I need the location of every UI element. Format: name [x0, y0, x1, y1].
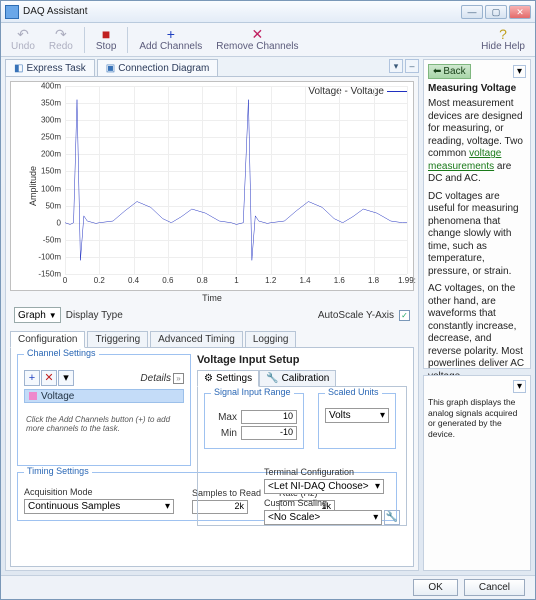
tab-dropdown[interactable]: ▾: [389, 59, 403, 73]
remove-channels-button[interactable]: ✕Remove Channels: [210, 25, 304, 54]
display-type-select[interactable]: Graph▼: [14, 307, 61, 323]
add-channels-button[interactable]: +Add Channels: [133, 25, 208, 54]
undo-icon: ↶: [17, 27, 29, 41]
channel-row-voltage[interactable]: Voltage: [24, 389, 184, 403]
help-dropdown[interactable]: ▾: [513, 65, 526, 78]
stop-icon: ■: [102, 27, 110, 41]
help-panel-top: ⬅Back ▾ Measuring Voltage Most measureme…: [423, 59, 531, 369]
settings-icon: ⚙: [204, 373, 213, 384]
help-panel-bottom: ▾ This graph displays the analog signals…: [423, 375, 531, 571]
help-icon: ?: [499, 27, 507, 41]
chevron-down-icon: ▾: [375, 481, 380, 492]
help-back-button[interactable]: ⬅Back: [428, 64, 471, 79]
autoscale-label: AutoScale Y-Axis: [318, 310, 394, 321]
stop-button[interactable]: ■Stop: [90, 25, 123, 54]
maximize-button[interactable]: ▢: [485, 5, 507, 19]
tab-triggering[interactable]: Triggering: [87, 331, 148, 348]
chart: Voltage - Voltage Amplitude -150m-100m-5…: [10, 81, 414, 291]
channel-menu-button[interactable]: ▾: [58, 370, 74, 386]
help-title: Measuring Voltage: [428, 83, 526, 94]
window-title: DAQ Assistant: [23, 6, 461, 17]
express-icon: ◧: [14, 63, 23, 74]
chevron-down-icon: ▾: [380, 410, 385, 421]
app-icon: [5, 5, 19, 19]
chevron-down-icon: ▼: [49, 311, 57, 320]
undo-button[interactable]: ↶Undo: [5, 25, 41, 54]
footer: OK Cancel: [1, 575, 535, 599]
x-icon: ✕: [251, 27, 263, 41]
chevron-down-icon: ▾: [373, 512, 378, 523]
tab-minimize[interactable]: –: [405, 59, 419, 73]
ok-button[interactable]: OK: [413, 579, 457, 596]
toolbar: ↶Undo ↷Redo ■Stop +Add Channels ✕Remove …: [1, 23, 535, 57]
details-expand-button[interactable]: »: [173, 373, 184, 384]
plus-icon: +: [167, 27, 175, 41]
terminal-select[interactable]: <Let NI-DAQ Choose>▾: [264, 479, 384, 494]
min-input[interactable]: -10: [241, 426, 297, 440]
setup-title: Voltage Input Setup: [197, 354, 407, 366]
cancel-button[interactable]: Cancel: [464, 579, 525, 596]
hide-help-button[interactable]: ?Hide Help: [475, 25, 531, 54]
units-select[interactable]: Volts▾: [325, 408, 389, 423]
diagram-icon: ▣: [106, 63, 115, 74]
calibration-icon: 🔧: [266, 373, 278, 384]
help-text: Most measurement devices are designed fo…: [428, 98, 526, 383]
display-type-label: Display Type: [66, 310, 123, 321]
scaling-wizard-button[interactable]: 🔧: [384, 510, 400, 525]
units-group: Scaled Units Volts▾: [318, 393, 396, 449]
help-dropdown-2[interactable]: ▾: [513, 380, 526, 393]
delete-channel-button[interactable]: ✕: [41, 370, 57, 386]
channel-type-icon: [29, 392, 37, 400]
chevron-down-icon: ▾: [165, 501, 170, 512]
subtab-settings[interactable]: ⚙Settings: [197, 370, 259, 387]
tab-logging[interactable]: Logging: [245, 331, 297, 348]
tab-connection-diagram[interactable]: ▣Connection Diagram: [97, 59, 219, 76]
scaling-label: Custom Scaling: [264, 498, 400, 508]
tab-configuration[interactable]: Configuration: [10, 331, 85, 348]
close-button[interactable]: ✕: [509, 5, 531, 19]
back-arrow-icon: ⬅: [433, 66, 441, 77]
details-label: Details: [140, 373, 171, 384]
titlebar: DAQ Assistant — ▢ ✕: [1, 1, 535, 23]
channel-settings-group: Channel Settings + ✕ ▾ Details: [17, 354, 191, 466]
autoscale-checkbox[interactable]: ✓: [399, 310, 410, 321]
x-axis-label: Time: [10, 293, 414, 303]
acq-mode-label: Acquisition Mode: [24, 487, 174, 497]
add-channel-button[interactable]: +: [24, 370, 40, 386]
tab-advanced-timing[interactable]: Advanced Timing: [150, 331, 243, 348]
tab-express-task[interactable]: ◧Express Task: [5, 59, 95, 76]
min-label: Min: [211, 428, 237, 439]
redo-icon: ↷: [55, 27, 67, 41]
subtab-calibration[interactable]: 🔧Calibration: [259, 370, 336, 387]
range-group: Signal Input Range Max10 Min-10: [204, 393, 304, 449]
main-tabs: ◧Express Task ▣Connection Diagram ▾ –: [5, 59, 419, 77]
acq-mode-select[interactable]: Continuous Samples▾: [24, 499, 174, 514]
scaling-select[interactable]: <No Scale>▾: [264, 510, 382, 525]
terminal-label: Terminal Configuration: [264, 467, 400, 477]
add-channel-hint: Click the Add Channels button (+) to add…: [24, 413, 184, 435]
app-window: DAQ Assistant — ▢ ✕ ↶Undo ↷Redo ■Stop +A…: [0, 0, 536, 600]
max-label: Max: [211, 412, 237, 423]
max-input[interactable]: 10: [241, 410, 297, 424]
minimize-button[interactable]: —: [461, 5, 483, 19]
redo-button[interactable]: ↷Redo: [43, 25, 79, 54]
